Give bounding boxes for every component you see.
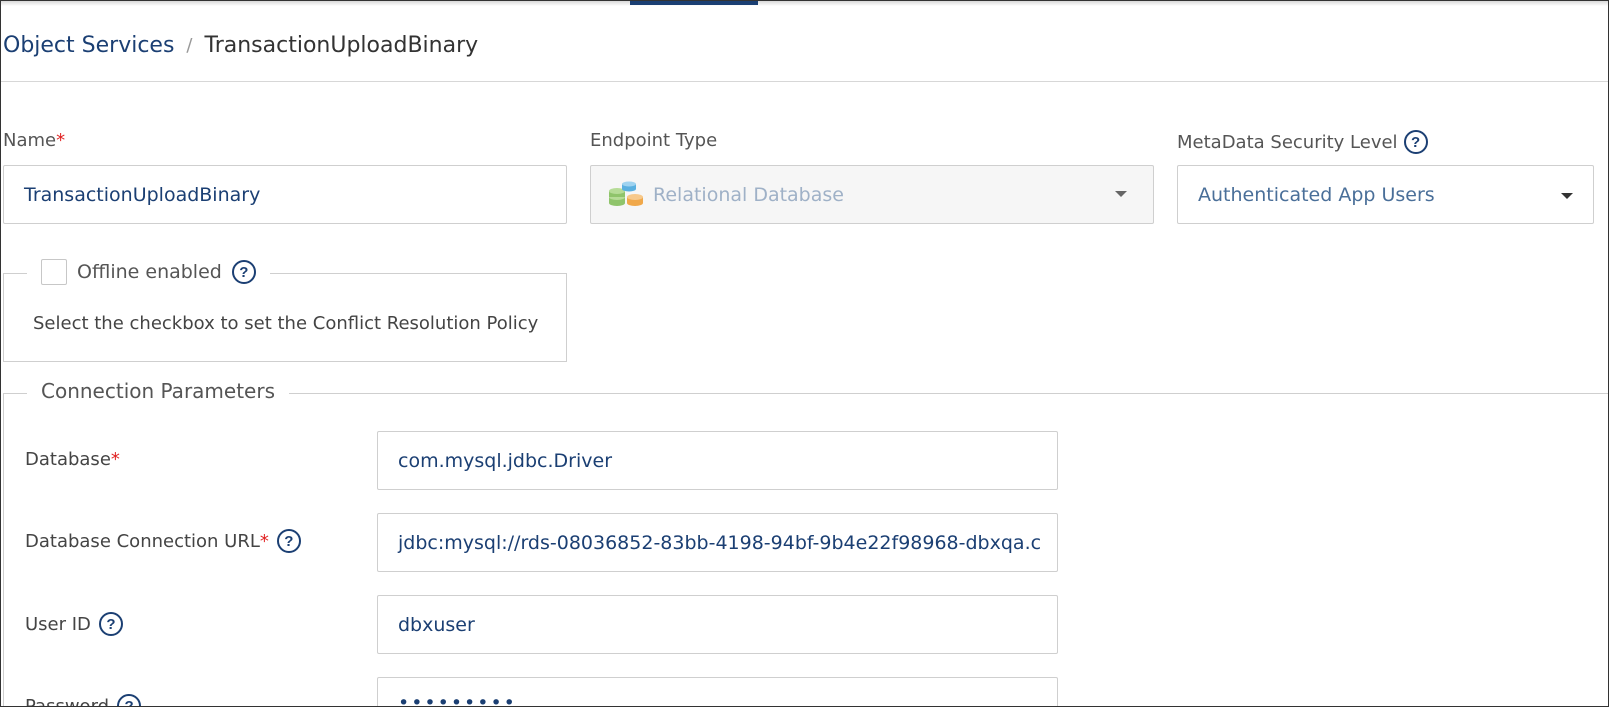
active-tab-indicator [630,1,758,5]
offline-legend: Offline enabled ? [27,259,270,285]
connection-legend: Connection Parameters [27,379,289,403]
user-id-label: User ID ? [25,612,123,636]
metadata-security-label-text: MetaData Security Level [1177,131,1398,153]
endpoint-type-value: Relational Database [653,183,844,206]
password-help-icon[interactable]: ? [117,694,142,706]
password-input[interactable]: ••••••••• [377,677,1058,707]
breadcrumb-separator: / [186,35,193,56]
user-id-value: dbxuser [398,613,475,636]
object-service-editor: Object Services / TransactionUploadBinar… [0,0,1609,707]
password-value: ••••••••• [398,692,517,707]
endpoint-type-chevron-down-icon [1115,191,1127,197]
name-input[interactable]: TransactionUploadBinary [3,165,567,224]
database-icon [607,181,645,209]
offline-help-icon[interactable]: ? [231,260,256,284]
user-id-help-icon[interactable]: ? [98,612,123,636]
user-id-input[interactable]: dbxuser [377,595,1058,654]
password-label-text: Password [25,695,110,707]
user-id-label-text: User ID [25,613,91,635]
breadcrumb: Object Services / TransactionUploadBinar… [3,33,478,58]
name-label-text: Name [3,130,57,151]
connection-url-help-icon[interactable]: ? [276,529,301,553]
required-mark: * [110,449,120,470]
metadata-security-select[interactable]: Authenticated App Users [1177,165,1594,224]
required-mark: * [259,530,269,552]
database-label-text: Database [25,449,111,470]
breadcrumb-object-services[interactable]: Object Services [3,33,174,58]
metadata-security-help-icon[interactable]: ? [1403,130,1428,154]
metadata-security-value: Authenticated App Users [1198,183,1435,206]
database-driver-input[interactable]: com.mysql.jdbc.Driver [377,431,1058,490]
connection-url-value: jdbc:mysql://rds-08036852-83bb-4198-94bf… [398,531,1042,554]
required-mark: * [56,130,66,151]
breadcrumb-current: TransactionUploadBinary [204,33,479,58]
connection-url-label: Database Connection URL * ? [25,529,301,553]
password-label: Password ? [25,694,142,707]
name-input-value: TransactionUploadBinary [24,183,261,206]
offline-enabled-checkbox[interactable] [41,259,67,285]
connection-url-label-text: Database Connection URL [25,530,260,552]
header-divider [1,81,1608,82]
database-label: Database * [25,449,120,470]
top-shadow [1,1,1608,6]
offline-enabled-label: Offline enabled [77,261,222,283]
offline-hint: Select the checkbox to set the Conflict … [33,313,539,334]
metadata-security-chevron-down-icon [1561,193,1573,199]
endpoint-type-label: Endpoint Type [590,130,718,151]
metadata-security-label: MetaData Security Level ? [1177,130,1428,154]
endpoint-type-select[interactable]: Relational Database [590,165,1154,224]
connection-url-input[interactable]: jdbc:mysql://rds-08036852-83bb-4198-94bf… [377,513,1058,572]
database-driver-value: com.mysql.jdbc.Driver [398,449,613,472]
name-label: Name* [3,130,65,151]
